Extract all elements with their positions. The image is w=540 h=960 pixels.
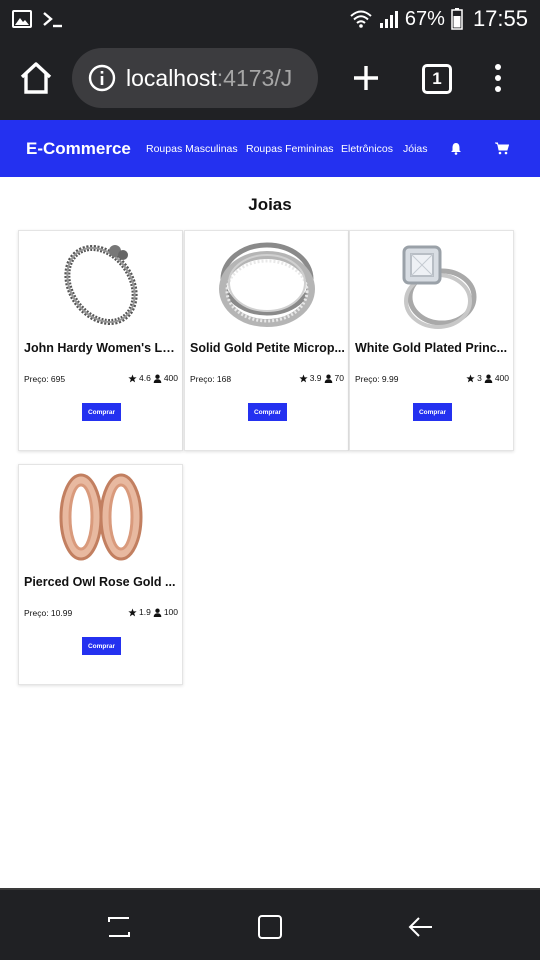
signal-icon bbox=[379, 11, 398, 28]
product-rating-count: 100 bbox=[163, 607, 178, 617]
image-notification-icon bbox=[12, 10, 32, 28]
status-bar: 67% 17:55 bbox=[0, 0, 540, 38]
product-card: Pierced Owl Rose Gold ... Preço: 10.99 1… bbox=[18, 464, 183, 685]
tab-switcher-button[interactable]: 1 bbox=[422, 64, 452, 94]
product-name[interactable]: Pierced Owl Rose Gold ... bbox=[24, 575, 179, 589]
clock: 17:55 bbox=[472, 6, 528, 31]
nav-link-joias[interactable]: Jóias bbox=[403, 143, 428, 155]
product-price: Preço: 10.99 bbox=[24, 608, 73, 618]
wifi-icon bbox=[350, 10, 372, 28]
product-rating-count: 400 bbox=[494, 373, 509, 383]
nav-link-eletronicos[interactable]: Eletrônicos bbox=[341, 143, 393, 155]
terminal-notification-icon bbox=[43, 12, 62, 28]
user-icon bbox=[153, 608, 162, 617]
product-card: Solid Gold Petite Microp... Preço: 168 3… bbox=[184, 230, 349, 451]
back-icon[interactable] bbox=[408, 914, 434, 940]
product-price: Preço: 168 bbox=[190, 374, 232, 384]
site-info-icon[interactable] bbox=[88, 64, 116, 92]
product-price: Preço: 9.99 bbox=[355, 374, 399, 384]
product-stats: 3.9 70 bbox=[299, 373, 344, 383]
browser-toolbar: localhost:4173/J 1 bbox=[0, 38, 540, 120]
cart-icon[interactable] bbox=[495, 142, 509, 155]
url-host: localhost bbox=[126, 64, 217, 91]
product-stats: 4.6 400 bbox=[128, 373, 178, 383]
star-icon bbox=[128, 373, 137, 382]
home-icon[interactable] bbox=[18, 60, 54, 96]
battery-percent: 67% bbox=[404, 7, 445, 30]
product-card: John Hardy Women's Le... Preço: 695 4.6 … bbox=[18, 230, 183, 451]
brand-link[interactable]: E-Commerce bbox=[26, 139, 131, 159]
bell-icon[interactable] bbox=[450, 142, 462, 155]
product-price: Preço: 695 bbox=[24, 374, 66, 384]
product-image-ring[interactable] bbox=[217, 235, 317, 333]
buy-button[interactable]: Comprar bbox=[82, 637, 121, 655]
nav-link-roupas-femininas[interactable]: Roupas Femininas bbox=[246, 143, 334, 155]
product-stats: 3 400 bbox=[466, 373, 509, 383]
home-nav-icon[interactable] bbox=[257, 914, 283, 940]
new-tab-icon[interactable] bbox=[350, 60, 382, 96]
star-icon bbox=[128, 607, 137, 616]
battery-icon bbox=[451, 8, 463, 30]
product-rating: 4.6 bbox=[138, 373, 151, 383]
url-path: :4173/J bbox=[216, 64, 293, 91]
buy-button[interactable]: Comprar bbox=[413, 403, 452, 421]
user-icon bbox=[324, 374, 332, 383]
product-image-bracelet[interactable] bbox=[51, 235, 151, 333]
product-name[interactable]: Solid Gold Petite Microp... bbox=[190, 341, 345, 355]
address-bar[interactable]: localhost:4173/J bbox=[72, 48, 318, 108]
recent-apps-icon[interactable] bbox=[106, 914, 132, 940]
user-icon bbox=[484, 374, 493, 383]
page-title: Joias bbox=[248, 195, 292, 214]
product-rating: 3 bbox=[477, 373, 482, 383]
product-rating: 3.9 bbox=[309, 373, 322, 383]
product-rating-count: 400 bbox=[163, 373, 178, 383]
user-icon bbox=[153, 374, 162, 383]
product-stats: 1.9 100 bbox=[128, 607, 178, 617]
product-rating-count: 70 bbox=[334, 373, 344, 383]
product-name[interactable]: John Hardy Women's Le... bbox=[24, 341, 179, 355]
product-rating: 1.9 bbox=[138, 607, 151, 617]
url-text: localhost:4173/J bbox=[126, 65, 292, 92]
app-navbar: E-Commerce Roupas Masculinas Roupas Femi… bbox=[0, 120, 540, 177]
star-icon bbox=[466, 373, 475, 382]
product-image-ear-plugs[interactable] bbox=[51, 469, 151, 567]
more-menu-icon[interactable] bbox=[487, 60, 509, 96]
product-image-engagement-ring[interactable] bbox=[382, 235, 482, 333]
product-card: White Gold Plated Princ... Preço: 9.99 3… bbox=[349, 230, 514, 451]
buy-button[interactable]: Comprar bbox=[82, 403, 121, 421]
product-name[interactable]: White Gold Plated Princ... bbox=[355, 341, 510, 355]
system-nav-bar bbox=[0, 888, 540, 960]
buy-button[interactable]: Comprar bbox=[248, 403, 287, 421]
star-icon bbox=[299, 373, 308, 382]
nav-link-roupas-masculinas[interactable]: Roupas Masculinas bbox=[146, 143, 238, 155]
